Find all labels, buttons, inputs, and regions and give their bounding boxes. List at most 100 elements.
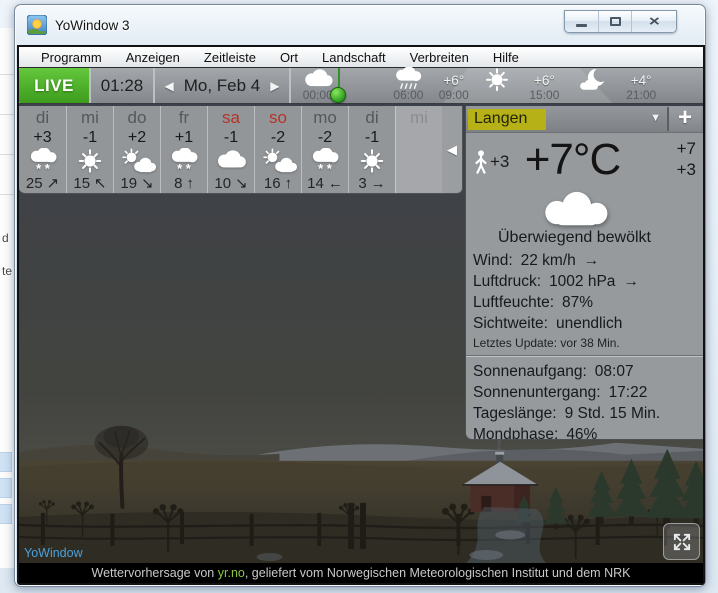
day-wind: 25↗ [26,174,59,193]
day-temp: -1 [365,128,379,148]
high-temp: +7 [677,138,696,159]
high-low-temps: +7 +3 [677,138,696,180]
timeline-time-label: 15:00 [529,88,559,102]
day-label: fr [179,107,189,128]
forecast-day-4[interactable]: fr +1 * * 8↑ [160,106,207,193]
background-window-fragment: d te [0,28,14,568]
current-weather-cloud-icon [520,191,630,227]
app-content: Programm Anzeigen Zeitleiste Ort Landsch… [17,45,705,585]
day-temp: +1 [175,128,193,148]
snow-cloud-icon: * * [162,148,206,174]
forecast-strip: di +3 * * 25↗ mi -1 15↖ do +2 [19,106,463,194]
yrno-link[interactable]: yr.no [218,566,245,580]
sun-icon [350,148,394,174]
menu-zeitleiste[interactable]: Zeitleiste [192,48,268,67]
day-temp: +3 [33,128,51,148]
date-navigator: ◀ Mo, Feb 4 ▶ [155,68,289,103]
menu-hilfe[interactable]: Hilfe [481,48,531,67]
day-temp: -1 [224,128,238,148]
chevron-down-icon[interactable]: ▼ [650,112,661,124]
forecast-day-1[interactable]: di +3 * * 25↗ [19,106,66,193]
minimize-button[interactable] [565,11,598,32]
timeline-time-label: 09:00 [439,88,469,102]
partly-cloudy-icon [115,148,159,174]
timeline-temp: +4° [631,73,652,88]
live-button[interactable]: LIVE [19,68,89,103]
astro-section: Sonnenaufgang:08:07 Sonnenuntergang:17:2… [466,360,703,440]
day-label: do [128,107,147,128]
svg-text:* *: * * [177,161,192,174]
snow-cloud-icon: * * [21,148,65,174]
condition-text: Überwiegend bewölkt [465,229,693,247]
forecast-day-9[interactable]: mi [395,106,442,193]
prev-day-button[interactable]: ◀ [164,79,173,93]
wind-direction-arrow: → [584,252,600,269]
partly-cloudy-icon [256,148,300,174]
day-label: mo [313,107,337,128]
day-wind: 8↑ [174,174,194,193]
current-conditions: +3 +7°C +7 +3 [466,135,703,191]
fullscreen-icon [671,531,693,553]
day-wind: 3→ [358,174,385,193]
menu-verbreiten[interactable]: Verbreiten [398,48,481,67]
strip-collapse-button[interactable]: ◀ [442,106,462,193]
day-temp: -2 [271,128,285,148]
forecast-day-2[interactable]: mi -1 15↖ [66,106,113,193]
attribution-text: Wettervorhersage von [92,566,218,580]
visibility-row: Sichtweite:unendlich [473,313,699,334]
timeline-bar: LIVE 01:28 ◀ Mo, Feb 4 ▶ +6° +6° +4° 00: [19,68,703,104]
sun-icon [68,148,112,174]
time-slider-knob[interactable] [330,87,346,103]
panel-divider [466,355,703,357]
low-temp: +3 [677,159,696,180]
forecast-day-3[interactable]: do +2 19↘ [113,106,160,193]
menu-ort[interactable]: Ort [268,48,310,67]
day-wind: 19↘ [120,174,153,193]
timeline-time-label: 21:00 [626,88,656,102]
svg-text:* *: * * [36,161,51,174]
app-icon [27,15,47,35]
bg-text-fragment: d [2,231,9,245]
day-temp: -2 [318,128,332,148]
sunrise-row: Sonnenaufgang:08:07 [473,361,699,382]
bg-text-fragment: te [2,264,12,278]
menubar: Programm Anzeigen Zeitleiste Ort Landsch… [19,47,703,68]
menu-anzeigen[interactable]: Anzeigen [114,48,192,67]
daylength-row: Tageslänge:9 Std. 15 Min. [473,403,699,424]
desktop: d te YoWindow 3 × [0,0,718,593]
maximize-button[interactable] [598,11,631,32]
yowindow-link[interactable]: YoWindow [24,546,83,560]
window-controls: × [564,10,677,33]
current-temperature: +7°C [466,135,679,185]
empty-icon [397,128,441,155]
weather-details: Wind:22 km/h→ Luftdruck:1002 hPa→ Luftfe… [466,247,703,334]
forecast-day-7[interactable]: mo -2 * * 14← [301,106,348,193]
timeline-weather-icon [388,70,428,90]
moonphase-row: Mondphase:46% [473,424,699,440]
next-day-button[interactable]: ▶ [270,79,279,93]
location-highlight: Langen [468,109,546,130]
day-temp: -1 [83,128,97,148]
date-label: Mo, Feb 4 [184,76,261,96]
day-wind: 16↑ [264,174,292,193]
current-time: 01:28 [91,68,153,103]
forecast-day-5[interactable]: sa -1 10↘ [207,106,254,193]
titlebar[interactable]: YoWindow 3 × [15,5,705,45]
menu-landschaft[interactable]: Landschaft [310,48,398,67]
forecast-day-8[interactable]: di -1 3→ [348,106,395,193]
day-wind: 10↘ [214,174,247,193]
minimize-icon [576,24,587,27]
timeline-track[interactable]: +6° +6° +4° 00:00 06:00 09:00 15:00 21:0… [291,68,703,103]
close-button[interactable]: × [631,11,676,32]
last-update-row: Letztes Update: vor 38 Min. [466,334,703,354]
svg-text:* *: * * [318,161,333,174]
day-wind: 15↖ [73,174,106,193]
menu-programm[interactable]: Programm [29,48,114,67]
fullscreen-button[interactable] [663,523,700,560]
timeline-weather-icon [572,70,612,90]
add-location-button[interactable]: + [667,107,701,131]
day-wind: 14← [307,174,343,193]
location-selector[interactable]: Langen ▼ + [466,106,703,133]
forecast-day-6[interactable]: so -2 16↑ [254,106,301,193]
day-label: di [36,107,49,128]
